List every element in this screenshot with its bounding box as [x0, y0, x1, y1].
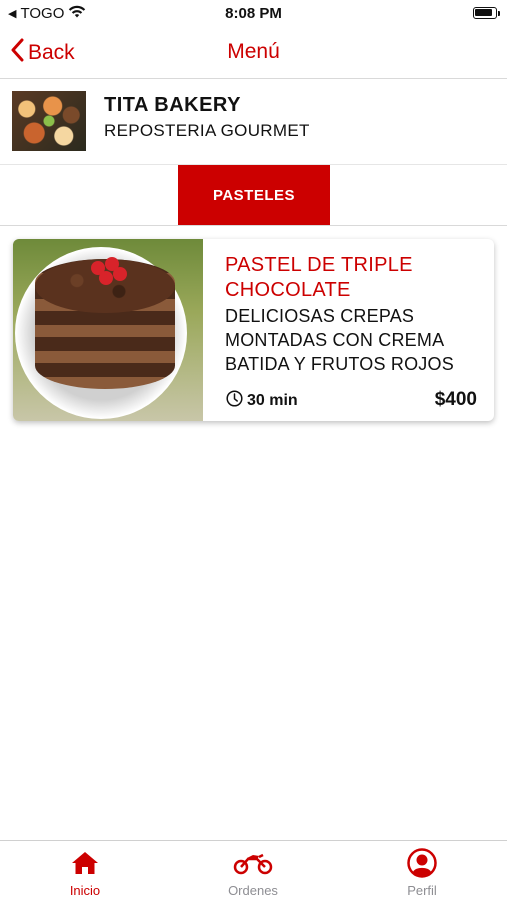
- tab-perfil[interactable]: Perfil: [362, 848, 482, 898]
- tab-pasteles[interactable]: PASTELES: [178, 165, 330, 225]
- prep-time-label: 30 min: [247, 392, 298, 409]
- user-circle-icon: [362, 848, 482, 878]
- home-icon: [25, 849, 145, 877]
- product-price: $400: [434, 389, 477, 410]
- tab-inicio-label: Inicio: [69, 883, 101, 898]
- page-title: Menú: [227, 40, 280, 63]
- bottom-tab-bar: Inicio Ordenes Perfil: [0, 840, 507, 901]
- product-name: PASTEL DE TRIPLE CHOCOLATE: [225, 254, 413, 301]
- status-bar: ◀ TOGO 8:08 PM: [0, 0, 507, 28]
- product-card[interactable]: PASTEL DE TRIPLE CHOCOLATE DELICIOSAS CR…: [13, 239, 494, 421]
- status-time: 8:08 PM: [225, 5, 282, 22]
- motorcycle-icon: [193, 849, 313, 877]
- battery-icon: [473, 7, 500, 19]
- clock-icon: [226, 390, 243, 412]
- product-prep-time: 30 min: [226, 390, 298, 412]
- store-name: TITA BAKERY: [104, 94, 241, 116]
- store-subtitle: REPOSTERIA GOURMET: [104, 121, 310, 140]
- product-image: [13, 239, 203, 421]
- product-description: DELICIOSAS CREPAS MONTADAS CON CREMA BAT…: [225, 306, 454, 374]
- store-header: TITA BAKERY REPOSTERIA GOURMET: [0, 79, 507, 165]
- tab-inicio[interactable]: Inicio: [25, 849, 145, 898]
- category-tabs: PASTELES: [0, 165, 507, 226]
- tab-ordenes-label: Ordenes: [228, 883, 278, 898]
- tab-ordenes[interactable]: Ordenes: [193, 849, 313, 898]
- tab-perfil-label: Perfil: [407, 883, 437, 898]
- store-logo-image: [12, 91, 86, 151]
- navigation-bar: Back Menú: [0, 28, 507, 79]
